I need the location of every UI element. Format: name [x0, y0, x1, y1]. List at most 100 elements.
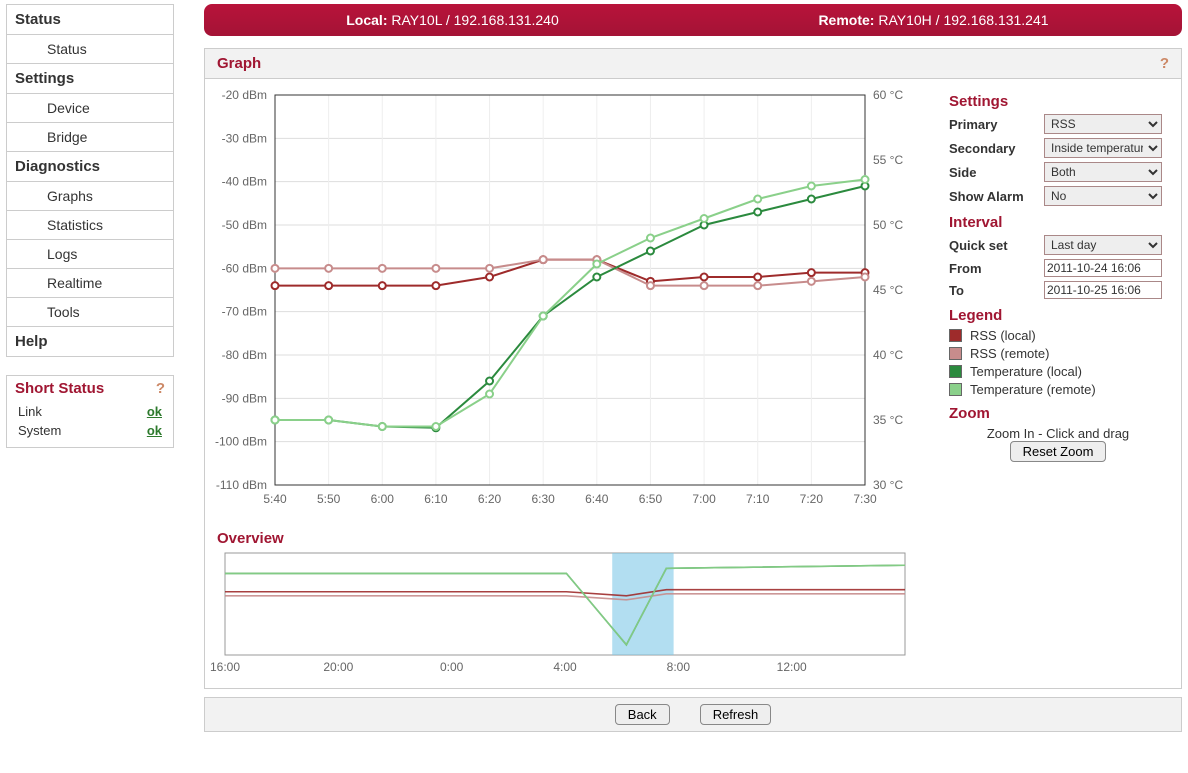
- local-value: RAY10L / 192.168.131.240: [391, 12, 558, 28]
- menu-item-graphs[interactable]: Graphs: [7, 182, 173, 211]
- refresh-button[interactable]: Refresh: [700, 704, 772, 725]
- local-label: Local:: [346, 12, 387, 28]
- svg-text:6:30: 6:30: [532, 492, 556, 506]
- header-bar: Local: RAY10L / 192.168.131.240 Remote: …: [204, 4, 1182, 36]
- status-value-link[interactable]: ok: [147, 404, 162, 419]
- menu-group-help[interactable]: Help: [7, 327, 173, 356]
- legend-swatch: [949, 329, 962, 342]
- alarm-label: Show Alarm: [949, 189, 1044, 204]
- primary-label: Primary: [949, 117, 1044, 132]
- svg-text:7:00: 7:00: [692, 492, 716, 506]
- svg-text:12:00: 12:00: [777, 660, 807, 674]
- menu-item-status[interactable]: Status: [7, 35, 173, 64]
- svg-text:6:40: 6:40: [585, 492, 609, 506]
- help-icon[interactable]: ?: [156, 380, 165, 397]
- from-label: From: [949, 261, 1044, 276]
- svg-text:-40 dBm: -40 dBm: [222, 175, 267, 189]
- from-input[interactable]: [1044, 259, 1162, 277]
- menu-item-statistics[interactable]: Statistics: [7, 211, 173, 240]
- svg-text:5:40: 5:40: [263, 492, 287, 506]
- svg-text:8:00: 8:00: [667, 660, 691, 674]
- svg-text:6:10: 6:10: [424, 492, 448, 506]
- footer-bar: Back Refresh: [204, 697, 1182, 732]
- svg-text:-30 dBm: -30 dBm: [222, 131, 267, 145]
- back-button[interactable]: Back: [615, 704, 670, 725]
- status-row-link: Link ok: [17, 403, 163, 420]
- svg-text:-110 dBm: -110 dBm: [216, 478, 267, 492]
- legend-swatch: [949, 365, 962, 378]
- legend-swatch: [949, 383, 962, 396]
- quickset-select[interactable]: Last day: [1044, 235, 1162, 255]
- zoom-hint: Zoom In - Click and drag: [949, 426, 1167, 441]
- nav-menu: Status Status Settings Device Bridge Dia…: [6, 4, 174, 357]
- svg-text:-100 dBm: -100 dBm: [215, 435, 267, 449]
- to-input[interactable]: [1044, 281, 1162, 299]
- legend-label: Temperature (local): [970, 364, 1082, 379]
- secondary-select[interactable]: Inside temperature: [1044, 138, 1162, 158]
- menu-group-status[interactable]: Status: [7, 5, 173, 35]
- side-label: Side: [949, 165, 1044, 180]
- overview-title: Overview: [205, 518, 941, 549]
- zoom-title: Zoom: [949, 405, 1167, 422]
- svg-text:6:00: 6:00: [371, 492, 395, 506]
- status-label: Link: [17, 403, 121, 420]
- legend-label: RSS (remote): [970, 346, 1049, 361]
- svg-text:16:00: 16:00: [210, 660, 240, 674]
- svg-text:55 °C: 55 °C: [873, 153, 903, 167]
- graph-panel: Graph ? -20 dBm -30 dBm -40 dBm -50 dBm -60 …: [204, 48, 1182, 689]
- interval-title: Interval: [949, 214, 1167, 231]
- legend-item: Temperature (local): [949, 364, 1167, 379]
- reset-zoom-button[interactable]: Reset Zoom: [1010, 441, 1107, 462]
- svg-text:35 °C: 35 °C: [873, 413, 903, 427]
- menu-item-bridge[interactable]: Bridge: [7, 123, 173, 152]
- main-chart[interactable]: -20 dBm -30 dBm -40 dBm -50 dBm -60 dBm -70 d…: [205, 85, 925, 515]
- svg-text:-70 dBm: -70 dBm: [222, 305, 267, 319]
- svg-text:40 °C: 40 °C: [873, 348, 903, 362]
- svg-text:20:00: 20:00: [323, 660, 353, 674]
- panel-title-text: Graph: [217, 55, 261, 72]
- legend-label: RSS (local): [970, 328, 1036, 343]
- short-status-title: Short Status: [15, 380, 104, 397]
- legend-item: Temperature (remote): [949, 382, 1167, 397]
- menu-item-device[interactable]: Device: [7, 94, 173, 123]
- svg-text:30 °C: 30 °C: [873, 478, 903, 492]
- legend-item: RSS (local): [949, 328, 1167, 343]
- status-label: System: [17, 422, 121, 439]
- overview-chart[interactable]: 20:00 0:00 4:00 8:00 12:00 16:00: [205, 549, 925, 679]
- side-select[interactable]: Both: [1044, 162, 1162, 182]
- svg-text:7:20: 7:20: [800, 492, 824, 506]
- svg-text:5:50: 5:50: [317, 492, 341, 506]
- menu-item-logs[interactable]: Logs: [7, 240, 173, 269]
- svg-text:6:50: 6:50: [639, 492, 663, 506]
- menu-group-settings[interactable]: Settings: [7, 64, 173, 94]
- svg-text:-50 dBm: -50 dBm: [222, 218, 267, 232]
- svg-text:7:30: 7:30: [853, 492, 877, 506]
- svg-text:7:10: 7:10: [746, 492, 770, 506]
- to-label: To: [949, 283, 1044, 298]
- menu-item-realtime[interactable]: Realtime: [7, 269, 173, 298]
- svg-text:-80 dBm: -80 dBm: [222, 348, 267, 362]
- short-status-panel: Short Status ? Link ok System ok: [6, 375, 174, 448]
- svg-text:6:20: 6:20: [478, 492, 502, 506]
- svg-text:45 °C: 45 °C: [873, 283, 903, 297]
- alarm-select[interactable]: No: [1044, 186, 1162, 206]
- remote-label: Remote:: [818, 12, 874, 28]
- quickset-label: Quick set: [949, 238, 1044, 253]
- secondary-label: Secondary: [949, 141, 1044, 156]
- svg-text:50 °C: 50 °C: [873, 218, 903, 232]
- svg-text:0:00: 0:00: [440, 660, 464, 674]
- legend-label: Temperature (remote): [970, 382, 1096, 397]
- menu-item-tools[interactable]: Tools: [7, 298, 173, 327]
- menu-group-diagnostics[interactable]: Diagnostics: [7, 152, 173, 182]
- status-value-system[interactable]: ok: [147, 423, 162, 438]
- svg-text:4:00: 4:00: [553, 660, 577, 674]
- settings-title: Settings: [949, 93, 1167, 110]
- status-row-system: System ok: [17, 422, 163, 439]
- help-icon[interactable]: ?: [1160, 55, 1169, 72]
- remote-value: RAY10H / 192.168.131.241: [878, 12, 1048, 28]
- svg-text:-90 dBm: -90 dBm: [222, 391, 267, 405]
- legend-swatch: [949, 347, 962, 360]
- primary-select[interactable]: RSS: [1044, 114, 1162, 134]
- svg-text:-60 dBm: -60 dBm: [222, 261, 267, 275]
- svg-text:-20 dBm: -20 dBm: [222, 88, 267, 102]
